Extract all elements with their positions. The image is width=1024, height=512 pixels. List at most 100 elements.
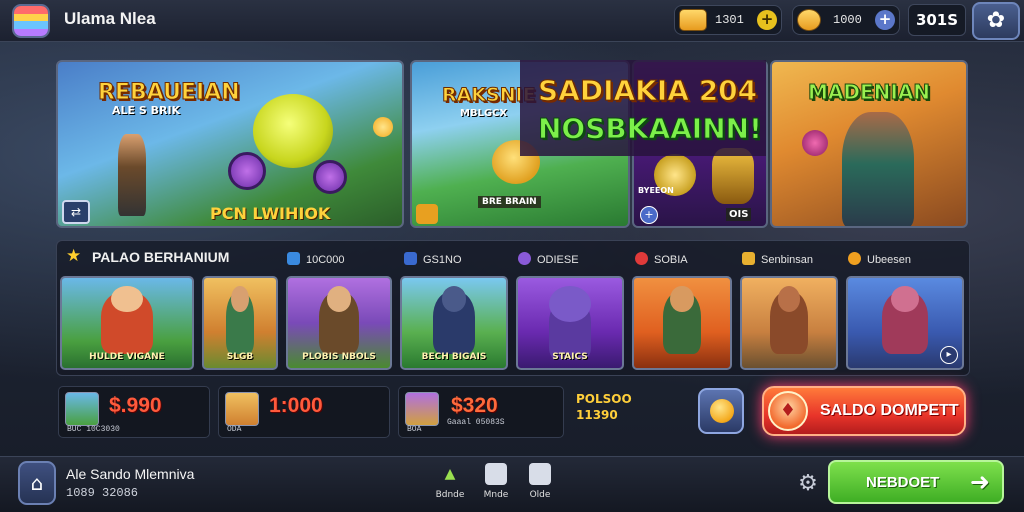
game-card[interactable]: BECH BIGAIS	[400, 276, 508, 370]
nav-item-1[interactable]: ▲ Bdnde	[430, 463, 470, 500]
bell-icon: ▲	[444, 466, 456, 482]
reward-amount: 1:000	[269, 394, 323, 417]
magic-orb-icon	[802, 130, 828, 156]
game-card[interactable]: STAICS	[516, 276, 624, 370]
tab-6-icon	[848, 252, 861, 265]
game-card-label: STAICS	[552, 352, 588, 362]
coin-icon	[797, 9, 821, 31]
gold-bar-currency[interactable]: 1301 +	[674, 5, 782, 35]
coin-currency[interactable]: 1000 +	[792, 5, 900, 35]
coin-value: 1000	[833, 13, 862, 27]
player-name: Ale Sando Mlemniva	[66, 466, 195, 482]
tab-3-icon	[518, 252, 531, 265]
featured-subtitle: NOSBKAAINN!	[538, 112, 763, 146]
tab-2-label: GS1NO	[423, 254, 462, 266]
tab-5[interactable]: Senbinsan	[742, 252, 813, 268]
game-card[interactable]: PLOBIS NBOLS	[286, 276, 392, 370]
game-card-label: SLGB	[226, 352, 254, 362]
coin-shop-button[interactable]	[698, 388, 744, 434]
tab-4[interactable]: SOBIA	[635, 252, 688, 268]
gold-bar-value: 1301	[715, 13, 744, 27]
player-id: 1089 32086	[66, 486, 139, 500]
tab-1[interactable]: 10C000	[287, 252, 345, 268]
game-card[interactable]	[632, 276, 732, 370]
section-title: PALAO BERHANIUM	[92, 249, 230, 265]
reward-thumbnail	[65, 392, 99, 426]
tab-4-label: SOBIA	[654, 254, 688, 266]
hero-warrior	[118, 134, 146, 216]
game-card-label: BECH BIGAIS	[421, 352, 487, 362]
nav-item-2[interactable]: Mnde	[476, 463, 516, 500]
banner-1-subtitle: ALE S BRIK	[112, 104, 181, 117]
wheel-right	[313, 160, 347, 194]
reward-item[interactable]: 1:000 ODA	[218, 386, 390, 438]
banner-info-icon[interactable]: ⇄	[62, 200, 90, 224]
banner-3-plus-icon[interactable]: +	[640, 206, 658, 224]
tab-6[interactable]: Ubeesen	[848, 252, 911, 268]
reward-sub-2: BOA	[407, 425, 422, 434]
nav-item-2-label: Mnde	[483, 490, 509, 500]
tab-3[interactable]: ODIESE	[518, 252, 579, 268]
saldo-dompet-button[interactable]: ♦ SALDO DOMPETT	[762, 386, 966, 436]
game-card[interactable]: SLGB	[202, 276, 278, 370]
banner-2-subtitle: MBLGCX	[460, 108, 508, 119]
reward-item[interactable]: $.990 BUC 10C3030	[58, 386, 210, 438]
card-icon	[485, 463, 507, 485]
tab-1-icon	[287, 252, 300, 265]
tab-1-label: 10C000	[306, 254, 345, 266]
tab-2-icon	[404, 252, 417, 265]
wheel-left	[228, 152, 266, 190]
tab-6-label: Ubeesen	[867, 254, 912, 266]
tab-5-label: Senbinsan	[761, 254, 813, 266]
gear-icon[interactable]: ⚙	[794, 470, 822, 498]
app-title: Ulama Nlea	[64, 9, 156, 28]
reward-thumbnail	[225, 392, 259, 426]
game-card[interactable]: HULDE VIGANE	[60, 276, 194, 370]
banner-3-footer: BYEEON	[638, 186, 674, 195]
card-more-icon[interactable]: ▸	[940, 346, 958, 364]
play-button[interactable]: NEBDOET ➜	[828, 460, 1004, 504]
heroine-character	[842, 112, 914, 226]
card-character-head	[549, 286, 591, 322]
reward-amount: $320	[451, 394, 498, 417]
nav-item-3[interactable]: Olde	[520, 463, 560, 500]
tab-3-label: ODIESE	[537, 254, 579, 266]
reward-sub: ODA	[227, 425, 242, 434]
add-coin-icon[interactable]: +	[875, 10, 895, 30]
gold-bars-icon	[679, 9, 707, 31]
card-character-head	[777, 286, 801, 312]
banner-4[interactable]: MADENIAN	[770, 60, 968, 228]
coin-icon	[710, 399, 734, 423]
wallet-shield-icon: ♦	[768, 391, 808, 431]
nav-item-1-label: Bdnde	[435, 490, 465, 500]
star-icon: ★	[66, 246, 82, 266]
card-character-head	[231, 286, 249, 312]
app-logo-icon[interactable]	[12, 4, 50, 38]
reward-sub: BUC 10C3030	[67, 425, 120, 434]
game-card[interactable]	[740, 276, 838, 370]
card-character-head	[111, 286, 143, 312]
promo-number: 11390	[576, 408, 618, 422]
tab-5-icon	[742, 252, 755, 265]
coin-decor	[373, 117, 393, 137]
saldo-button-label: SALDO DOMPETT	[820, 402, 959, 419]
game-card[interactable]: ▸	[846, 276, 964, 370]
arrow-right-icon: ➜	[969, 468, 990, 496]
home-button[interactable]: ⌂	[18, 461, 56, 505]
banner-2-footer: BRE BRAIN	[478, 196, 541, 208]
tab-4-icon	[635, 252, 648, 265]
banner-1[interactable]: REBAUEIAN ALE S BRIK ⇄ PCN LWIHIOK	[56, 60, 404, 228]
smiley-character	[253, 94, 333, 168]
paw-settings-button[interactable]: ✿	[972, 2, 1020, 40]
card-character-head	[326, 286, 352, 312]
mail-icon	[529, 463, 551, 485]
reward-sub: Gaaal 05083S	[447, 418, 505, 427]
add-gold-icon[interactable]: +	[757, 10, 777, 30]
level-indicator: 301S	[908, 4, 966, 36]
tab-2[interactable]: GS1NO	[404, 252, 462, 268]
game-card-label: HULDE VIGANE	[89, 352, 165, 362]
banner-3-badge: OIS	[726, 208, 752, 221]
reward-item[interactable]: $320 Gaaal 05083S BOA	[398, 386, 564, 438]
play-button-label: NEBDOET	[866, 474, 940, 491]
banner-4-title: MADENIAN	[807, 80, 931, 105]
